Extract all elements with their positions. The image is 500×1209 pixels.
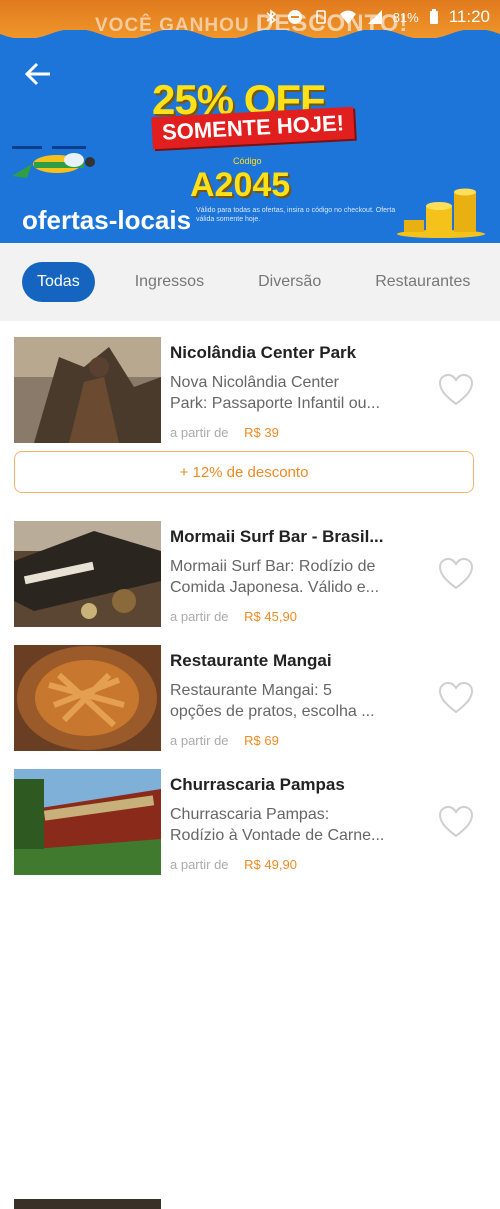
battery-icon [429,9,438,24]
coins-illustration [397,188,485,238]
deal-thumbnail[interactable] [14,521,161,627]
deal-thumbnail-partial[interactable] [14,1199,161,1209]
wave-decoration [0,30,500,38]
tab-todas[interactable]: Todas [22,262,95,302]
deal-description-line: Mormaii Surf Bar: Rodízio de [170,558,376,575]
price-value: R$ 49,90 [244,857,297,872]
price-value: R$ 39 [244,425,279,440]
deal-item[interactable]: Churrascaria Pampas Churrascaria Pampas:… [0,753,500,877]
price-value: R$ 45,90 [244,609,297,624]
favorite-heart-icon[interactable] [438,557,474,591]
deal-title[interactable]: Restaurante Mangai [170,651,425,671]
deal-title[interactable]: Mormaii Surf Bar - Brasil... [170,527,425,547]
deal-description-line: Park: Passaporte Infantil ou... [170,395,380,412]
favorite-heart-icon[interactable] [438,681,474,715]
deal-thumbnail[interactable] [14,769,161,875]
deal-price: a partir de R$ 49,90 [170,857,297,872]
clock: 11:20 [448,7,490,26]
extra-discount-button[interactable]: + 12% de desconto [14,451,474,493]
system-icons: 81% 11:20 [265,7,490,27]
deal-price: a partir de R$ 39 [170,425,279,440]
deal-thumbnail[interactable] [14,337,161,443]
dnd-icon [287,10,302,24]
vibrate-icon [315,10,326,24]
price-prefix: a partir de [170,857,229,872]
deal-description-line: Nova Nicolândia Center [170,374,339,391]
deal-description-line: Restaurante Mangai: 5 [170,682,332,699]
deal-description: Churrascaria Pampas: Rodízio à Vontade d… [170,804,425,846]
promo-code: A2045 [190,166,291,204]
back-arrow-icon[interactable] [22,58,54,90]
price-value: R$ 69 [244,733,279,748]
deal-description-line: Churrascaria Pampas: [170,806,330,823]
deal-description: Restaurante Mangai: 5 opções de pratos, … [170,680,425,722]
wifi-icon [339,10,356,24]
category-tabs: Todas Ingressos Diversão Restaurantes [0,243,500,321]
deal-item[interactable]: Nicolândia Center Park Nova Nicolândia C… [0,321,500,507]
deal-item[interactable]: Mormaii Surf Bar - Brasil... Mormaii Sur… [0,505,500,629]
battery-percent: 81% [392,9,419,25]
drone-illustration [12,146,95,178]
favorite-heart-icon[interactable] [438,805,474,839]
deal-thumbnail[interactable] [14,645,161,751]
tab-restaurantes[interactable]: Restaurantes [361,262,484,302]
deal-description-line: Comida Japonesa. Válido e... [170,579,380,596]
signal-icon [367,10,382,24]
tab-diversao[interactable]: Diversão [244,262,335,302]
deal-description: Nova Nicolândia Center Park: Passaporte … [170,372,425,414]
deal-list: Nicolândia Center Park Nova Nicolândia C… [0,321,500,1209]
deal-description-line: opções de pratos, escolha ... [170,703,375,720]
deal-price: a partir de R$ 45,90 [170,609,297,624]
bluetooth-icon [266,9,276,25]
deal-title[interactable]: Nicolândia Center Park [170,343,425,363]
favorite-heart-icon[interactable] [438,373,474,407]
brand-name: ofertas-locais [22,205,192,235]
deal-description-line: Rodízio à Vontade de Carne... [170,827,385,844]
deal-description: Mormaii Surf Bar: Rodízio de Comida Japo… [170,556,425,598]
deal-item[interactable]: Restaurante Mangai Restaurante Mangai: 5… [0,629,500,753]
price-prefix: a partir de [170,609,229,624]
price-prefix: a partir de [170,733,229,748]
deal-price: a partir de R$ 69 [170,733,279,748]
code-label: Código [233,156,262,166]
status-bar: VOCÊ GANHOU DESCONTO! 81% 11:20 [0,0,500,38]
deal-title[interactable]: Churrascaria Pampas [170,775,425,795]
fine-print: Válido para todas as ofertas, insira o c… [196,207,396,223]
tab-ingressos[interactable]: Ingressos [121,262,218,302]
promo-banner[interactable]: 25% OFF SOMENTE HOJE! Código A2045 ofert… [0,38,500,243]
price-prefix: a partir de [170,425,229,440]
